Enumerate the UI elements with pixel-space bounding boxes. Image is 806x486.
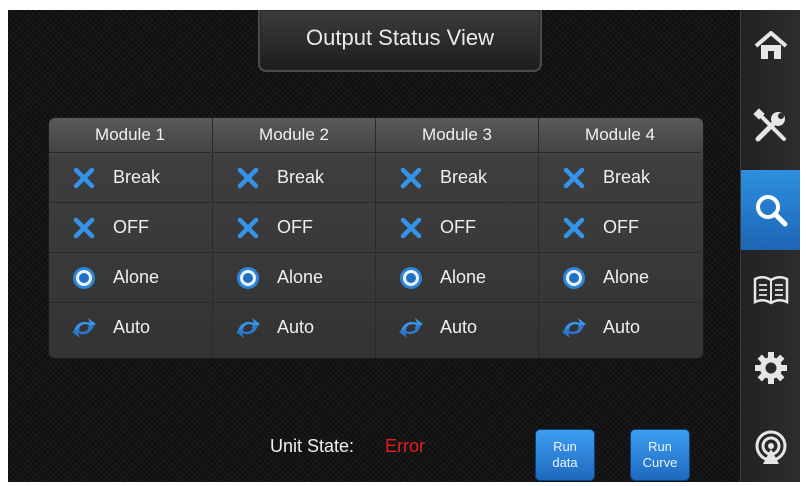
alone-label: Alone bbox=[277, 267, 324, 287]
radio-on-icon bbox=[73, 267, 95, 289]
auto-label: Auto bbox=[603, 317, 641, 337]
module-column-1: Module 1 Break OFF Alone Auto bbox=[49, 118, 211, 358]
alone-cell: Alone bbox=[376, 253, 538, 303]
off-cell: OFF bbox=[49, 203, 211, 253]
alone-cell: Alone bbox=[49, 253, 211, 303]
sidebar-item-remote[interactable] bbox=[741, 412, 800, 482]
module-header: Module 1 bbox=[49, 118, 211, 153]
off-label: OFF bbox=[440, 217, 476, 237]
x-icon bbox=[73, 217, 95, 239]
unit-state-value: Error bbox=[385, 436, 425, 456]
page-title: Output Status View bbox=[306, 25, 494, 50]
radio-on-icon bbox=[237, 267, 259, 289]
x-icon bbox=[400, 167, 422, 189]
off-cell: OFF bbox=[539, 203, 701, 253]
run-data-line-1: Run bbox=[553, 439, 577, 454]
auto-label: Auto bbox=[440, 317, 478, 337]
x-icon bbox=[237, 217, 259, 239]
break-label: Break bbox=[603, 167, 651, 187]
run-data-line-2: data bbox=[552, 455, 578, 470]
break-label: Break bbox=[440, 167, 488, 187]
run-curve-button[interactable]: Run Curve bbox=[631, 430, 689, 480]
auto-label: Auto bbox=[277, 317, 315, 337]
break-cell: Break bbox=[376, 153, 538, 203]
run-data-button[interactable]: Run data bbox=[536, 430, 594, 480]
title-panel: Output Status View bbox=[258, 10, 542, 72]
break-cell: Break bbox=[539, 153, 701, 203]
tools-icon bbox=[753, 108, 786, 142]
x-icon bbox=[563, 217, 585, 239]
auto-cycle-icon bbox=[399, 318, 423, 338]
auto-cell: Auto bbox=[213, 303, 375, 352]
sidebar-item-search[interactable] bbox=[741, 170, 800, 250]
run-curve-line-1: Run bbox=[648, 439, 672, 454]
screen: Output Status View Module 1 Break OFF Al… bbox=[8, 10, 800, 482]
radio-on-icon bbox=[400, 267, 422, 289]
x-icon bbox=[237, 167, 259, 189]
alone-label: Alone bbox=[440, 267, 487, 287]
break-cell: Break bbox=[213, 153, 375, 203]
off-label: OFF bbox=[277, 217, 313, 237]
sidebar-item-manual[interactable] bbox=[741, 254, 800, 326]
auto-cell: Auto bbox=[539, 303, 701, 352]
break-label: Break bbox=[277, 167, 325, 187]
module-header: Module 4 bbox=[539, 118, 701, 153]
alone-cell: Alone bbox=[213, 253, 375, 303]
off-label: OFF bbox=[113, 217, 149, 237]
break-label: Break bbox=[113, 167, 161, 187]
module-column-4: Module 4 Break OFF Alone Auto bbox=[538, 118, 701, 358]
auto-cell: Auto bbox=[49, 303, 211, 352]
module-status-table: Module 1 Break OFF Alone Auto Module 2 B… bbox=[49, 118, 703, 358]
book-icon bbox=[753, 276, 789, 305]
module-column-3: Module 3 Break OFF Alone Auto bbox=[375, 118, 538, 358]
gear-icon bbox=[755, 352, 787, 384]
sidebar-item-tools[interactable] bbox=[741, 90, 800, 162]
x-icon bbox=[400, 217, 422, 239]
module-header: Module 2 bbox=[213, 118, 375, 153]
auto-cycle-icon bbox=[72, 318, 96, 338]
auto-cycle-icon bbox=[236, 318, 260, 338]
sidebar-item-settings[interactable] bbox=[741, 332, 800, 404]
alone-label: Alone bbox=[603, 267, 650, 287]
alone-cell: Alone bbox=[539, 253, 701, 303]
break-cell: Break bbox=[49, 153, 211, 203]
off-label: OFF bbox=[603, 217, 639, 237]
alone-label: Alone bbox=[113, 267, 160, 287]
search-icon bbox=[756, 195, 788, 227]
signal-icon bbox=[755, 430, 787, 464]
off-cell: OFF bbox=[213, 203, 375, 253]
module-header: Module 3 bbox=[376, 118, 538, 153]
sidebar-nav bbox=[740, 10, 800, 482]
auto-cell: Auto bbox=[376, 303, 538, 352]
unit-state-label: Unit State: bbox=[270, 436, 355, 456]
auto-cycle-icon bbox=[562, 318, 586, 338]
radio-on-icon bbox=[563, 267, 585, 289]
run-curve-line-2: Curve bbox=[642, 455, 678, 470]
x-icon bbox=[73, 167, 95, 189]
module-column-2: Module 2 Break OFF Alone Auto bbox=[212, 118, 375, 358]
home-icon bbox=[754, 31, 788, 59]
auto-label: Auto bbox=[113, 317, 151, 337]
sidebar-item-home[interactable] bbox=[741, 10, 800, 82]
x-icon bbox=[563, 167, 585, 189]
off-cell: OFF bbox=[376, 203, 538, 253]
